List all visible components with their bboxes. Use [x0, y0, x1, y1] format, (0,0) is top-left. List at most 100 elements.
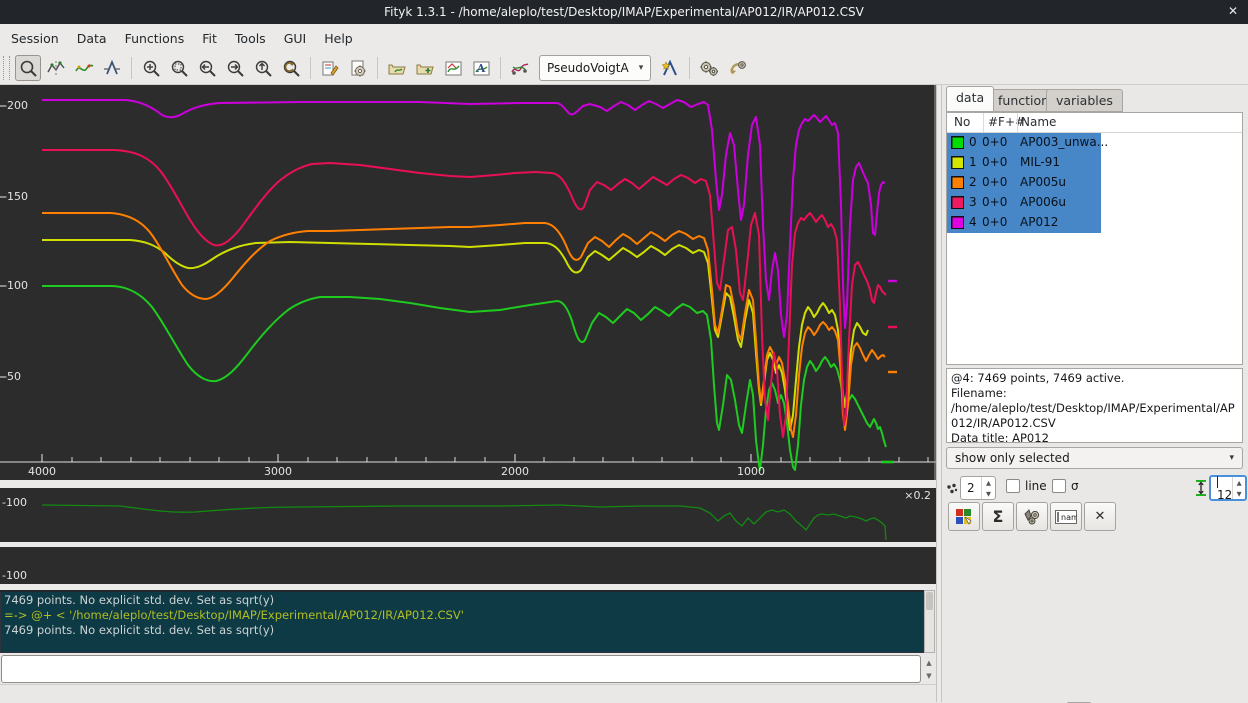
pan-right-button[interactable] [222, 55, 248, 81]
dataset-color-swatch[interactable] [951, 136, 964, 149]
zoom-mode-icon [19, 59, 38, 78]
dataset-row[interactable]: 0 0+0 AP003_unwa... [947, 133, 1242, 153]
output-console[interactable]: 7469 points. No explicit std. dev. Set a… [0, 590, 924, 653]
dataset-row[interactable]: 2 0+0 AP005u [947, 173, 1242, 193]
point-size-stepper[interactable]: 2 ▲▼ [960, 476, 996, 500]
save-session-button[interactable]: A [468, 55, 494, 81]
series-ap012 [42, 100, 885, 337]
data-range-mode-button[interactable] [43, 55, 69, 81]
open-data-button[interactable] [384, 55, 410, 81]
line-checkbox[interactable]: line [1006, 479, 1047, 493]
input-history-arrows[interactable]: ▲▼ [923, 656, 935, 683]
stepper-arrows[interactable]: ▲▼ [1232, 477, 1245, 499]
horizontal-splitter[interactable] [0, 480, 936, 488]
console-scrollbar-thumb[interactable] [926, 592, 933, 610]
aux-plot-1[interactable]: -100 ×0.2 [0, 488, 936, 542]
run-fit-button[interactable] [696, 55, 722, 81]
pan-left-button[interactable] [194, 55, 220, 81]
checkbox-icon[interactable] [1052, 479, 1066, 493]
zoom-mode-button[interactable] [15, 55, 41, 81]
shift-stepper[interactable]: 12 ▲▼ [1209, 475, 1247, 501]
dataset-color-swatch[interactable] [951, 176, 964, 189]
functions-gears-icon [1023, 508, 1042, 526]
text-cursor [1217, 476, 1218, 488]
menu-fit[interactable]: Fit [193, 26, 226, 51]
menu-gui[interactable]: GUI [275, 26, 316, 51]
baseline-mode-button[interactable] [71, 55, 97, 81]
toolbar-handle[interactable] [3, 56, 10, 80]
x-tick-label: 4000 [28, 465, 56, 478]
dataset-colors-button[interactable] [948, 502, 980, 531]
add-peak-mode-button[interactable] [99, 55, 125, 81]
menu-functions[interactable]: Functions [116, 26, 194, 51]
peak-type-value: PseudoVoigtA [547, 61, 629, 75]
dataset-row[interactable]: 1 0+0 MIL-91 [947, 153, 1242, 173]
edit-script-button[interactable] [317, 55, 343, 81]
rename-button[interactable]: nam [1050, 502, 1082, 531]
arrow-down-icon[interactable]: ▼ [926, 672, 931, 680]
col-name: Name [1021, 115, 1056, 129]
checkbox-icon[interactable] [1006, 479, 1020, 493]
pan-up-button[interactable] [250, 55, 276, 81]
toolbar: A PseudoVoigtA ▾ [0, 52, 1248, 85]
aux-diff-curve [42, 505, 886, 540]
sidebar: data functions variables No #F+# Name 0 … [942, 85, 1248, 702]
rerun-script-icon [349, 59, 368, 78]
undo-fit-button[interactable] [724, 55, 750, 81]
zoom-all-button[interactable] [138, 55, 164, 81]
dataset-color-swatch[interactable] [951, 216, 964, 229]
dataset-color-swatch[interactable] [951, 156, 964, 169]
dataset-list[interactable]: No #F+# Name 0 0+0 AP003_unwa... 1 0+0 M… [946, 112, 1243, 365]
title-bar[interactable]: Fityk 1.3.1 - /home/aleplo/test/Desktop/… [0, 0, 1248, 24]
zoom-selection-button[interactable] [166, 55, 192, 81]
guess-peak-button[interactable] [507, 55, 533, 81]
info-filename: Filename: /home/aleplo/test/Desktop/IMAP… [951, 386, 1238, 431]
sigma-sum-icon: Σ [993, 507, 1004, 526]
sigma-checkbox-label: σ [1071, 479, 1079, 493]
sum-button[interactable]: Σ [982, 502, 1014, 531]
info-title: Data title: AP012 [951, 431, 1238, 443]
toolbar-separator [500, 57, 501, 79]
close-icon[interactable]: ✕ [1228, 4, 1238, 18]
y-tick-label: -150 [3, 190, 28, 203]
open-data-merge-button[interactable] [412, 55, 438, 81]
arrow-up-icon[interactable]: ▲ [926, 659, 931, 667]
console-line: 7469 points. No explicit std. dev. Set a… [4, 593, 920, 608]
dataset-row[interactable]: 3 0+0 AP006u [947, 193, 1242, 213]
stepper-arrows[interactable]: ▲▼ [981, 477, 995, 499]
main-plot[interactable]: -200 -150 -100 -50 4000 3000 2000 1000 [0, 85, 936, 480]
toolbar-separator [131, 57, 132, 79]
tab-data[interactable]: data [946, 86, 994, 112]
command-input[interactable] [1, 655, 921, 683]
menu-tools[interactable]: Tools [226, 26, 275, 51]
save-session-icon: A [472, 59, 491, 78]
console-scrollbar[interactable] [924, 590, 935, 653]
shift-icon [1195, 480, 1207, 496]
sigma-checkbox[interactable]: σ [1052, 479, 1079, 493]
export-image-button[interactable] [440, 55, 466, 81]
apply-functions-button[interactable] [1016, 502, 1048, 531]
svg-text:A: A [475, 62, 485, 75]
info-points: @4: 7469 points, 7469 active. [951, 371, 1238, 386]
dataset-row[interactable]: 4 0+0 AP012 [947, 213, 1242, 233]
y-tick-label: -50 [3, 370, 21, 383]
show-filter-select[interactable]: show only selected ▾ [946, 447, 1243, 469]
peak-type-select[interactable]: PseudoVoigtA ▾ [539, 55, 651, 81]
zoom-previous-button[interactable] [278, 55, 304, 81]
menu-session[interactable]: Session [2, 26, 68, 51]
menu-help[interactable]: Help [315, 26, 362, 51]
shift-value: 12 [1211, 474, 1232, 502]
add-function-button[interactable] [657, 55, 683, 81]
baseline-mode-icon [75, 59, 94, 78]
rerun-script-button[interactable] [345, 55, 371, 81]
col-f: #F+# [988, 115, 1025, 129]
x-tick-label: 3000 [264, 465, 292, 478]
delete-dataset-button[interactable]: ✕ [1084, 502, 1116, 531]
pan-up-icon [254, 59, 273, 78]
menu-data[interactable]: Data [68, 26, 116, 51]
x-axis-minor-ticks [72, 457, 928, 462]
toolbar-separator [377, 57, 378, 79]
aux-plot-2[interactable]: -100 [0, 547, 936, 584]
dataset-color-swatch[interactable] [951, 196, 964, 209]
tab-variables[interactable]: variables [1046, 89, 1123, 112]
